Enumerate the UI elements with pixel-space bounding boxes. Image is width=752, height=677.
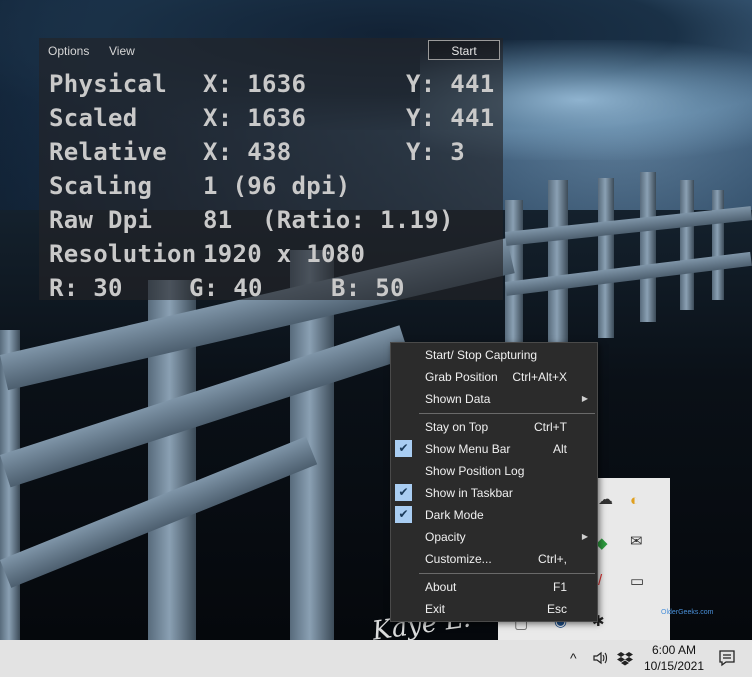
cloud-icon[interactable]: ☁: [598, 490, 613, 508]
system-clock[interactable]: 6:00 AM 10/15/2021: [638, 642, 710, 674]
menu-item-show-in-taskbar[interactable]: ✔ Show in Taskbar: [391, 482, 597, 504]
menu-item-label: Grab Position: [425, 370, 498, 384]
menu-item-label: Start/ Stop Capturing: [425, 348, 538, 362]
relative-y: Y: 3: [406, 138, 465, 166]
relative-label: Relative: [49, 138, 167, 166]
menu-item-label: Exit: [425, 602, 446, 616]
notification-icon[interactable]: [718, 649, 736, 667]
menu-item-shortcut: Ctrl+,: [537, 552, 567, 566]
raw-dpi-label: Raw Dpi: [49, 206, 153, 234]
menu-item-shortcut: F1: [552, 580, 567, 594]
green-value: G: 40: [189, 274, 263, 302]
scaled-label: Scaled: [49, 104, 138, 132]
menu-bar: Options View Start: [39, 38, 503, 62]
menu-item-dark-mode[interactable]: ✔ Dark Mode: [391, 504, 597, 526]
menu-item-shortcut: Alt: [552, 442, 567, 456]
menu-item-stay-on-top[interactable]: Stay on Top Ctrl+T: [391, 416, 597, 438]
menu-separator: [419, 573, 595, 574]
submenu-arrow-icon: ▶: [581, 394, 588, 403]
clock-date: 10/15/2021: [643, 659, 705, 673]
menu-item-opacity[interactable]: Opacity ▶: [391, 526, 597, 548]
menu-item-start-stop[interactable]: Start/ Stop Capturing: [391, 344, 597, 366]
context-menu: Start/ Stop Capturing Grab Position Ctrl…: [390, 342, 598, 622]
rgb-row: R: 30 G: 40 B: 50: [49, 274, 404, 414]
menu-item-label: Show Menu Bar: [425, 442, 511, 456]
clock-time: 6:00 AM: [651, 643, 697, 657]
menu-item-shown-data[interactable]: Shown Data ▶: [391, 388, 597, 410]
scaling-value: 1 (96 dpi): [203, 172, 351, 200]
watermark-text: OlderGeeks.com: [661, 609, 714, 616]
menu-item-shortcut: Ctrl+T: [534, 420, 567, 434]
start-button[interactable]: Start: [428, 40, 500, 60]
resolution-value: 1920 x 1080: [203, 240, 366, 268]
physical-y: Y: 441: [406, 70, 495, 98]
scaled-y: Y: 441: [406, 104, 495, 132]
resolution-label: Resolution: [49, 240, 197, 268]
dropbox-icon[interactable]: [617, 650, 633, 670]
chevron-up-icon[interactable]: ^: [570, 650, 577, 666]
menu-item-label: Dark Mode: [425, 508, 484, 522]
menu-options[interactable]: Options: [48, 44, 89, 58]
menu-item-customize[interactable]: Customize... Ctrl+,: [391, 548, 597, 570]
menu-item-show-position-log[interactable]: Show Position Log: [391, 460, 597, 482]
menu-item-shortcut: Esc: [546, 602, 567, 616]
menu-view[interactable]: View: [109, 44, 135, 58]
scaled-x: X: 1636: [203, 104, 307, 132]
submenu-arrow-icon: ▶: [581, 532, 588, 541]
checkmark-icon: ✔: [395, 440, 412, 457]
scaling-label: Scaling: [49, 172, 153, 200]
menu-item-label: Stay on Top: [425, 420, 489, 434]
menu-item-label: About: [425, 580, 457, 594]
relative-x: X: 438: [203, 138, 292, 166]
menu-item-label: Shown Data: [425, 392, 491, 406]
speaker-icon[interactable]: [592, 650, 608, 670]
red-value: R: 30: [49, 274, 123, 302]
blue-value: B: 50: [331, 274, 405, 302]
monitor-icon[interactable]: ▭: [630, 572, 644, 590]
menu-item-about[interactable]: About F1: [391, 576, 597, 598]
taskbar: ^ 6:00 AM 10/15/2021: [0, 640, 752, 677]
menu-separator: [419, 413, 595, 414]
menu-item-shortcut: Ctrl+Alt+X: [512, 370, 567, 384]
cursor-position-window[interactable]: Options View Start Physical X: 1636 Y: 4…: [39, 38, 503, 302]
globe-icon[interactable]: ◐: [630, 492, 639, 509]
checkmark-icon: ✔: [395, 484, 412, 501]
checkmark-icon: ✔: [395, 506, 412, 523]
menu-item-label: Show Position Log: [425, 464, 525, 478]
menu-item-label: Opacity: [425, 530, 466, 544]
menu-item-exit[interactable]: Exit Esc: [391, 598, 597, 620]
menu-item-label: Customize...: [425, 552, 492, 566]
menu-item-grab-position[interactable]: Grab Position Ctrl+Alt+X: [391, 366, 597, 388]
mail-icon[interactable]: ✉: [630, 532, 643, 550]
physical-label: Physical: [49, 70, 167, 98]
pen-icon[interactable]: /: [598, 572, 602, 589]
raw-dpi-value: 81 (Ratio: 1.19): [203, 206, 454, 234]
physical-x: X: 1636: [203, 70, 307, 98]
menu-item-label: Show in Taskbar: [425, 486, 513, 500]
menu-item-show-menu-bar[interactable]: ✔ Show Menu Bar Alt: [391, 438, 597, 460]
